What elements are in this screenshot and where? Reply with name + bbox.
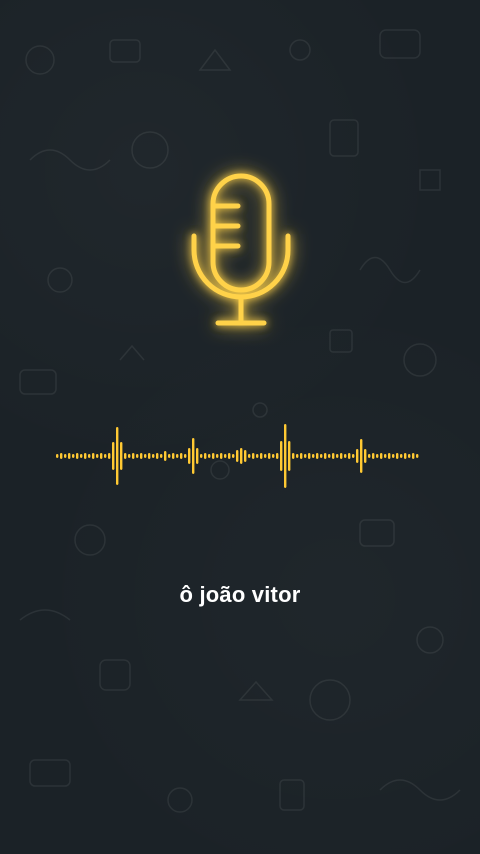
waveform-bar [372,453,375,459]
waveform-bar [192,438,195,474]
waveform-bar [340,453,343,459]
waveform-bar [240,448,243,464]
waveform-bar [356,449,359,463]
waveform-bar [64,454,67,458]
waveform-bar [72,454,75,458]
waveform-bar [200,454,203,458]
waveform-bar [196,448,199,464]
waveform-bar [212,453,215,459]
waveform-bar [416,454,419,458]
waveform-bar [304,454,307,458]
waveform-bar [272,454,275,458]
waveform-bar [376,454,379,458]
waveform-bar [112,442,115,470]
waveform-bar [380,453,383,459]
waveform-bar [244,450,247,462]
waveform-bar [252,453,255,459]
waveform-bar [84,453,87,459]
waveform-bar [328,454,331,458]
waveform-bar [164,451,167,461]
waveform-bar [100,453,103,459]
waveform-bar [288,441,291,471]
waveform-bar [116,427,119,485]
waveform-bar [248,454,251,458]
waveform-bar [400,454,403,458]
waveform-bar [80,454,83,458]
waveform-bar [388,453,391,459]
waveform-bar [124,453,127,459]
waveform-bar [308,453,311,459]
waveform-bar [236,450,239,462]
waveform-bar [348,453,351,459]
waveform-bar [176,454,179,458]
waveform-bar [156,453,159,459]
waveform-bar [412,453,415,459]
waveform-bar [92,453,95,459]
waveform-bar [268,453,271,459]
waveform-bar [344,454,347,458]
waveform-bar [120,442,123,470]
waveform-bar [188,448,191,464]
waveform-bar [68,453,71,459]
waveform-bar [368,454,371,458]
voice-message-screen: ô joão vitor [0,0,480,854]
waveform-bar [152,454,155,458]
waveform-bar [168,454,171,458]
waveform-bar [396,453,399,459]
waveform-bar [408,454,411,458]
waveform-bar [56,454,59,458]
waveform-bar [332,453,335,459]
waveform-bar [160,454,163,458]
microphone-icon [180,168,302,338]
audio-waveform [56,424,419,488]
waveform-bar [148,453,151,459]
waveform-bar [316,453,319,459]
waveform-bar [320,454,323,458]
waveform-bar [256,454,259,458]
waveform-bar [104,454,107,458]
waveform-bar [284,424,287,488]
waveform-bar [264,454,267,458]
waveform-bar [108,453,111,459]
waveform-bar [96,454,99,458]
waveform-bar [360,439,363,473]
waveform-bar [260,453,263,459]
waveform-bar [128,454,131,458]
waveform-bar [88,454,91,458]
waveform-bar [172,453,175,459]
waveform-bar [296,454,299,458]
waveform-bar [60,453,63,459]
transcript-caption: ô joão vitor [179,582,301,607]
waveform-bar [224,454,227,458]
waveform-bar [180,453,183,459]
waveform-bar [312,454,315,458]
waveform-bar [208,454,211,458]
waveform-bar [144,454,147,458]
waveform-bar [184,454,187,458]
waveform-bar [76,453,79,459]
waveform-bar [280,441,283,471]
waveform-bar [404,453,407,459]
waveform-bar [300,453,303,459]
waveform-bar [336,454,339,458]
waveform-bar [292,453,295,459]
waveform-bar [140,453,143,459]
waveform-bar [364,449,367,463]
waveform-bar [204,453,207,459]
waveform-bar [352,454,355,458]
waveform-bar [232,454,235,458]
waveform-bar [220,453,223,459]
waveform-bar [228,453,231,459]
waveform-bar [392,454,395,458]
waveform-bar [136,454,139,458]
waveform-bar [324,453,327,459]
waveform-bar [132,453,135,459]
waveform-bar [276,453,279,459]
waveform-bar [384,454,387,458]
waveform-bar [216,454,219,458]
